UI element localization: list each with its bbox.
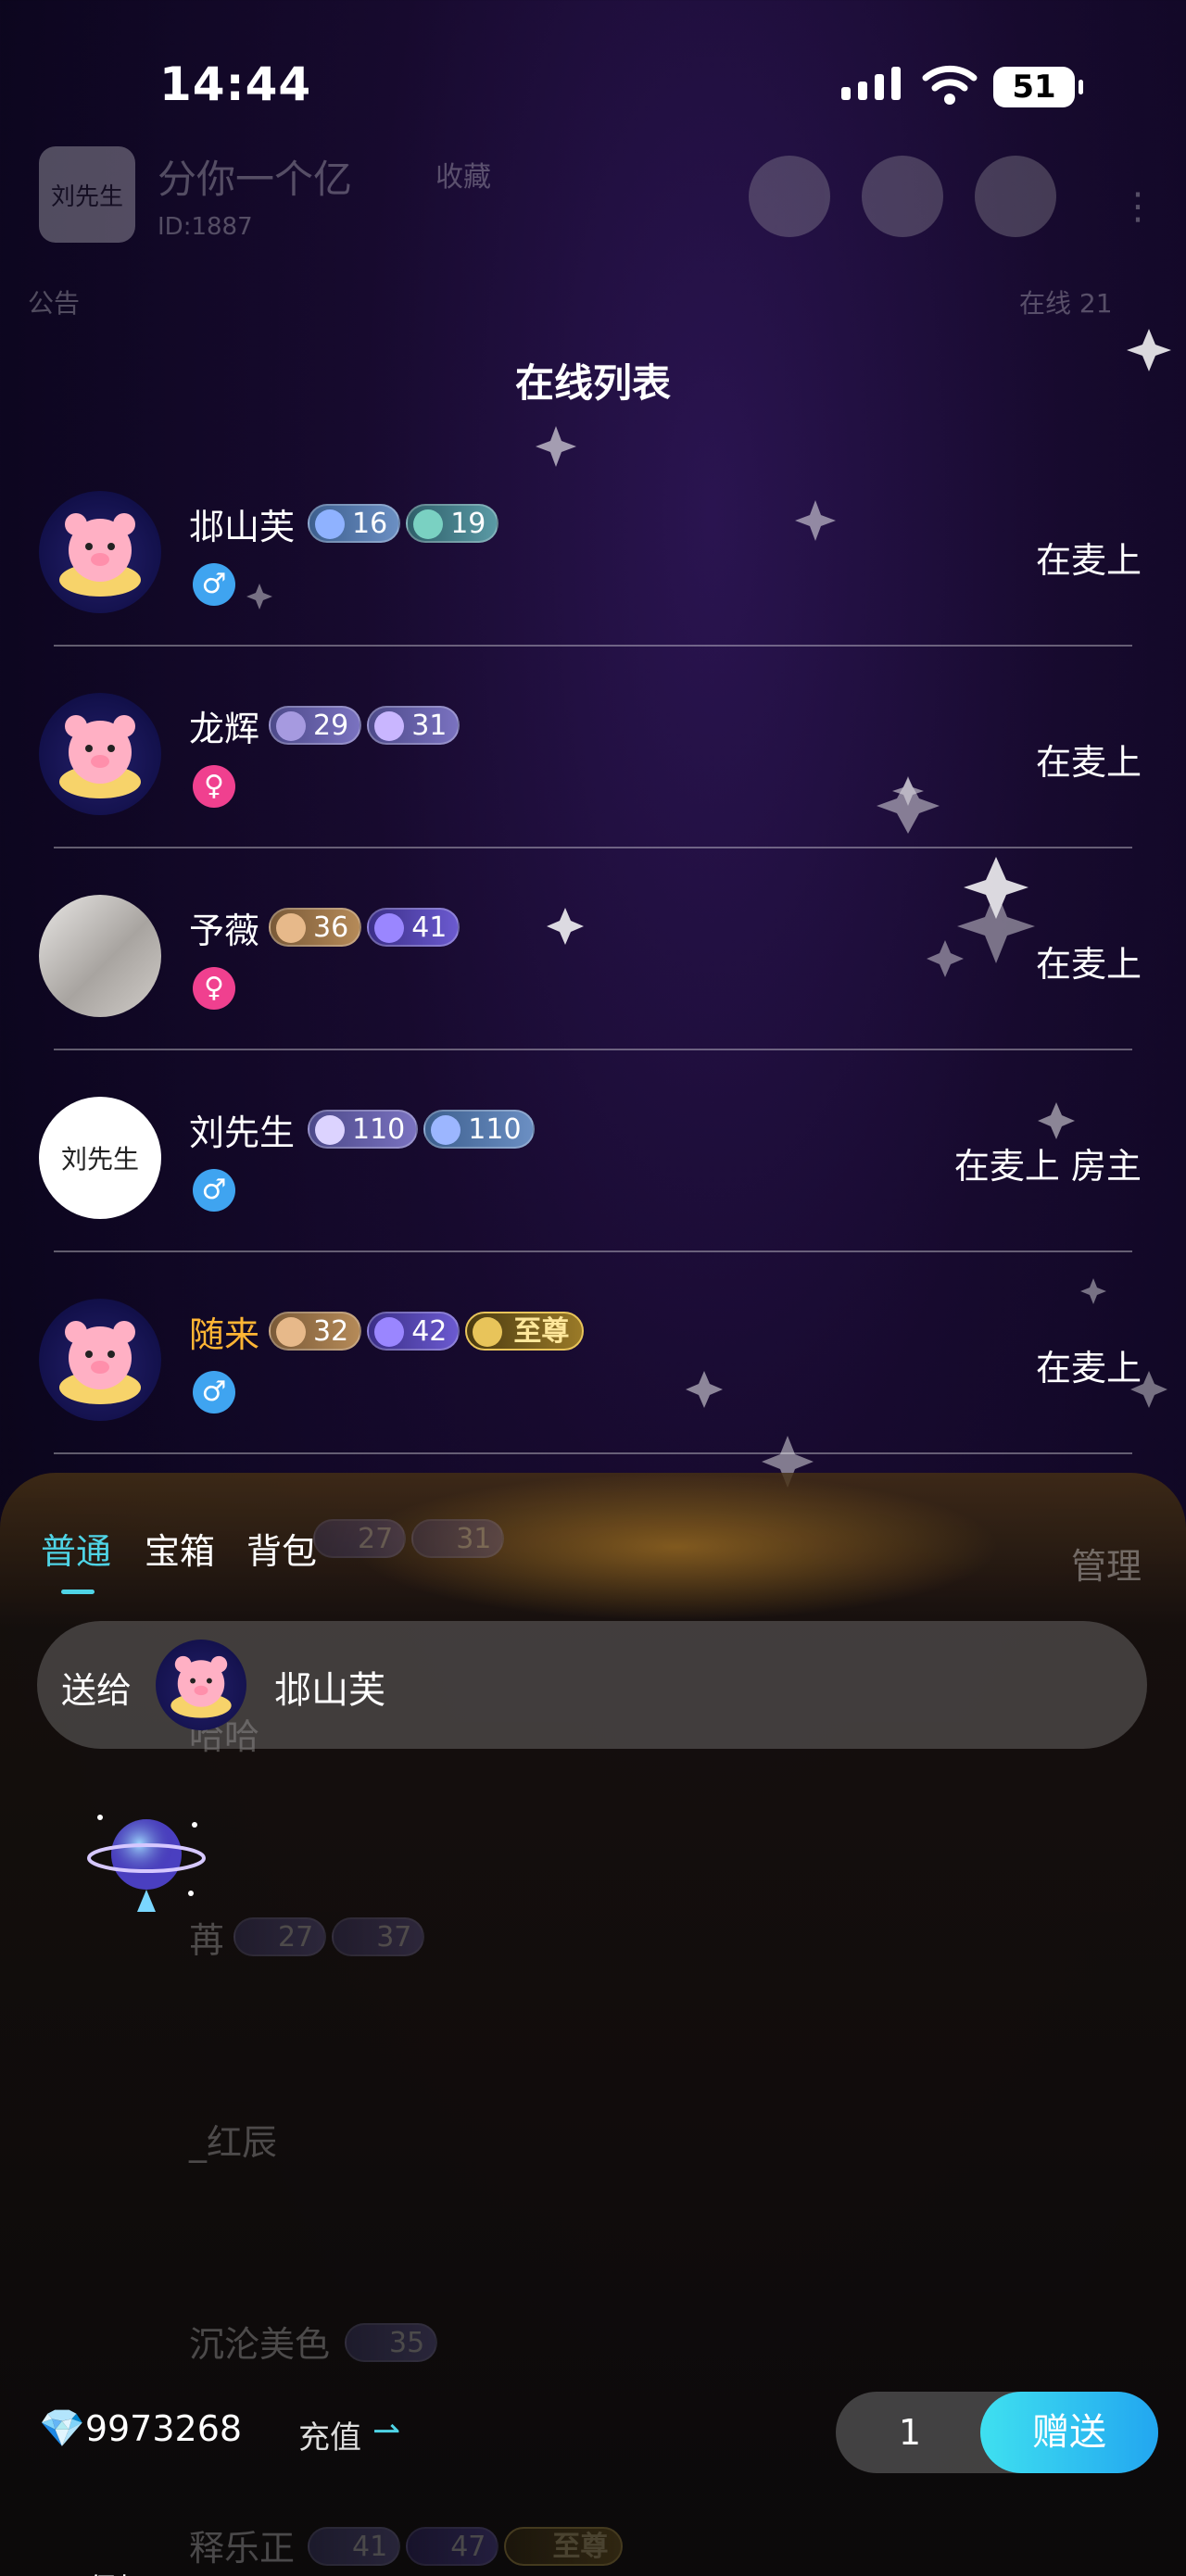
tab-treasure-box[interactable]: 宝箱 [145, 1523, 215, 1574]
balance-value: 9973268 [84, 2407, 243, 2449]
recipient-avatar[interactable] [156, 1640, 246, 1730]
row-divider [54, 1452, 1132, 1454]
recharge-link[interactable]: 充值 [298, 2412, 361, 2457]
diamond-icon [374, 1317, 405, 1347]
user-name: 龙辉 [189, 709, 260, 749]
avatar[interactable] [39, 693, 161, 815]
diamond-icon [374, 913, 405, 943]
user-status: 在麦上 [1035, 540, 1142, 581]
crystal-icon [413, 509, 444, 539]
level-badge: 110 [308, 1110, 419, 1149]
pig-avatar-icon [59, 715, 141, 798]
level-badge: 31 [367, 706, 461, 745]
user-badges: 36 41 [269, 908, 461, 947]
star-gem-icon [431, 1115, 461, 1145]
gem-icon [315, 1115, 345, 1145]
arrow-right-icon[interactable]: ⇀ [372, 2412, 400, 2450]
room-name: 分你一个亿 [158, 157, 353, 202]
quantity-selector[interactable]: 1 赠送 [836, 2392, 1158, 2473]
list-item[interactable]: 予薇 36 41 ♀ 在麦上 [0, 848, 1186, 1050]
level-badge: 32 [269, 1312, 362, 1351]
level-badge: 19 [406, 504, 499, 543]
quantity-value[interactable]: 1 [836, 2392, 984, 2473]
level-badge: 42 [367, 1312, 461, 1351]
manage-button[interactable]: 管理 [1071, 1538, 1142, 1589]
status-bar: 14:44 51 [0, 0, 1186, 139]
active-tab-indicator [61, 1590, 95, 1594]
battery-icon: 51 [993, 67, 1083, 107]
user-badges: 110 110 [308, 1110, 535, 1149]
user-name: 随来 [189, 1314, 260, 1355]
user-badges: 16 19 [308, 504, 499, 543]
list-item[interactable]: 随来 32 42 至尊 ♂ 在麦上 [0, 1252, 1186, 1454]
tab-normal[interactable]: 普通 [41, 1523, 111, 1574]
diamond-icon: 💎 [39, 2407, 85, 2450]
gift-name: 环保灯 [28, 2566, 176, 2576]
more-icon[interactable]: ⋮ [1119, 185, 1156, 228]
gift-item[interactable] [72, 1797, 221, 1930]
faded-user-name: 沉沦美色 [189, 2324, 331, 2365]
favorite-button[interactable]: 收藏 [435, 154, 491, 195]
panel-title: 在线列表 [514, 360, 671, 406]
lotus-icon [276, 1317, 306, 1347]
room-notice[interactable]: 公告 [28, 283, 80, 320]
tab-backpack[interactable]: 背包 [246, 1523, 317, 1574]
pig-avatar-icon [59, 513, 141, 597]
header-avatar[interactable] [975, 156, 1056, 237]
header-avatar[interactable] [862, 156, 943, 237]
user-status: 在麦上 房主 [953, 1146, 1142, 1187]
faded-badges: 27 31 [313, 1519, 505, 1558]
room-id: ID:1887 [158, 213, 253, 241]
send-to-label: 送给 [61, 1670, 132, 1711]
avatar[interactable]: 刘先生 [39, 1097, 161, 1219]
male-gender-icon: ♂ [193, 1169, 235, 1212]
user-name: 刘先生 [189, 1112, 296, 1153]
user-status: 在麦上 [1035, 1348, 1142, 1389]
online-count[interactable]: 在线 21 [1019, 283, 1113, 320]
level-badge: 16 [308, 504, 401, 543]
list-item[interactable]: 刘先生 刘先生 110 110 ♂ 在麦上 房主 [0, 1050, 1186, 1252]
send-gift-button[interactable]: 赠送 [980, 2392, 1158, 2473]
male-gender-icon: ♂ [193, 563, 235, 606]
female-gender-icon: ♀ [193, 765, 235, 808]
recipient-name: 邶山芙 [274, 1669, 385, 1712]
header-avatar[interactable] [749, 156, 830, 237]
avatar[interactable] [39, 1299, 161, 1421]
logo-avatar-text: 刘先生 [60, 1144, 139, 1175]
pig-avatar-icon [170, 1655, 232, 1718]
level-badge: 29 [269, 706, 362, 745]
avatar[interactable] [39, 895, 161, 1017]
faded-user-name: _红辰 [189, 2122, 278, 2163]
room-logo: 刘先生 [39, 146, 135, 243]
status-time: 14:44 [159, 57, 312, 111]
crown-icon [473, 1317, 503, 1347]
avatar[interactable] [39, 491, 161, 613]
pig-avatar-icon [59, 1321, 141, 1404]
list-item[interactable]: 龙辉 29 31 ♀ 在麦上 [0, 647, 1186, 848]
vip-badge: 至尊 [465, 1312, 585, 1351]
user-status: 在麦上 [1035, 742, 1142, 783]
planet-lamp-gift-icon [87, 1815, 206, 1912]
gem-icon [315, 509, 345, 539]
lotus-icon [276, 913, 306, 943]
male-gender-icon: ♂ [193, 1371, 235, 1414]
level-badge: 41 [367, 908, 461, 947]
user-name: 予薇 [189, 911, 260, 951]
wifi-icon [922, 65, 978, 105]
user-badges: 29 31 [269, 706, 461, 745]
female-gender-icon: ♀ [193, 967, 235, 1010]
cellular-signal-icon [841, 67, 901, 100]
gem-icon [276, 711, 306, 741]
user-status: 在麦上 [1035, 944, 1142, 985]
list-item[interactable]: 邶山芙 16 19 ♂ 在麦上 [0, 445, 1186, 647]
level-badge: 36 [269, 908, 362, 947]
room-header: 刘先生 分你一个亿 收藏 ID:1887 ⋮ 公告 在线 21 [0, 139, 1186, 324]
diamond-balance: 💎 9973268 [39, 2406, 242, 2450]
user-badges: 32 42 至尊 [269, 1312, 585, 1351]
user-name: 邶山芙 [189, 507, 296, 547]
diamond-icon [374, 711, 405, 741]
send-to-selector[interactable]: 送给 邶山芙 [37, 1621, 1147, 1749]
level-badge: 110 [423, 1110, 535, 1149]
